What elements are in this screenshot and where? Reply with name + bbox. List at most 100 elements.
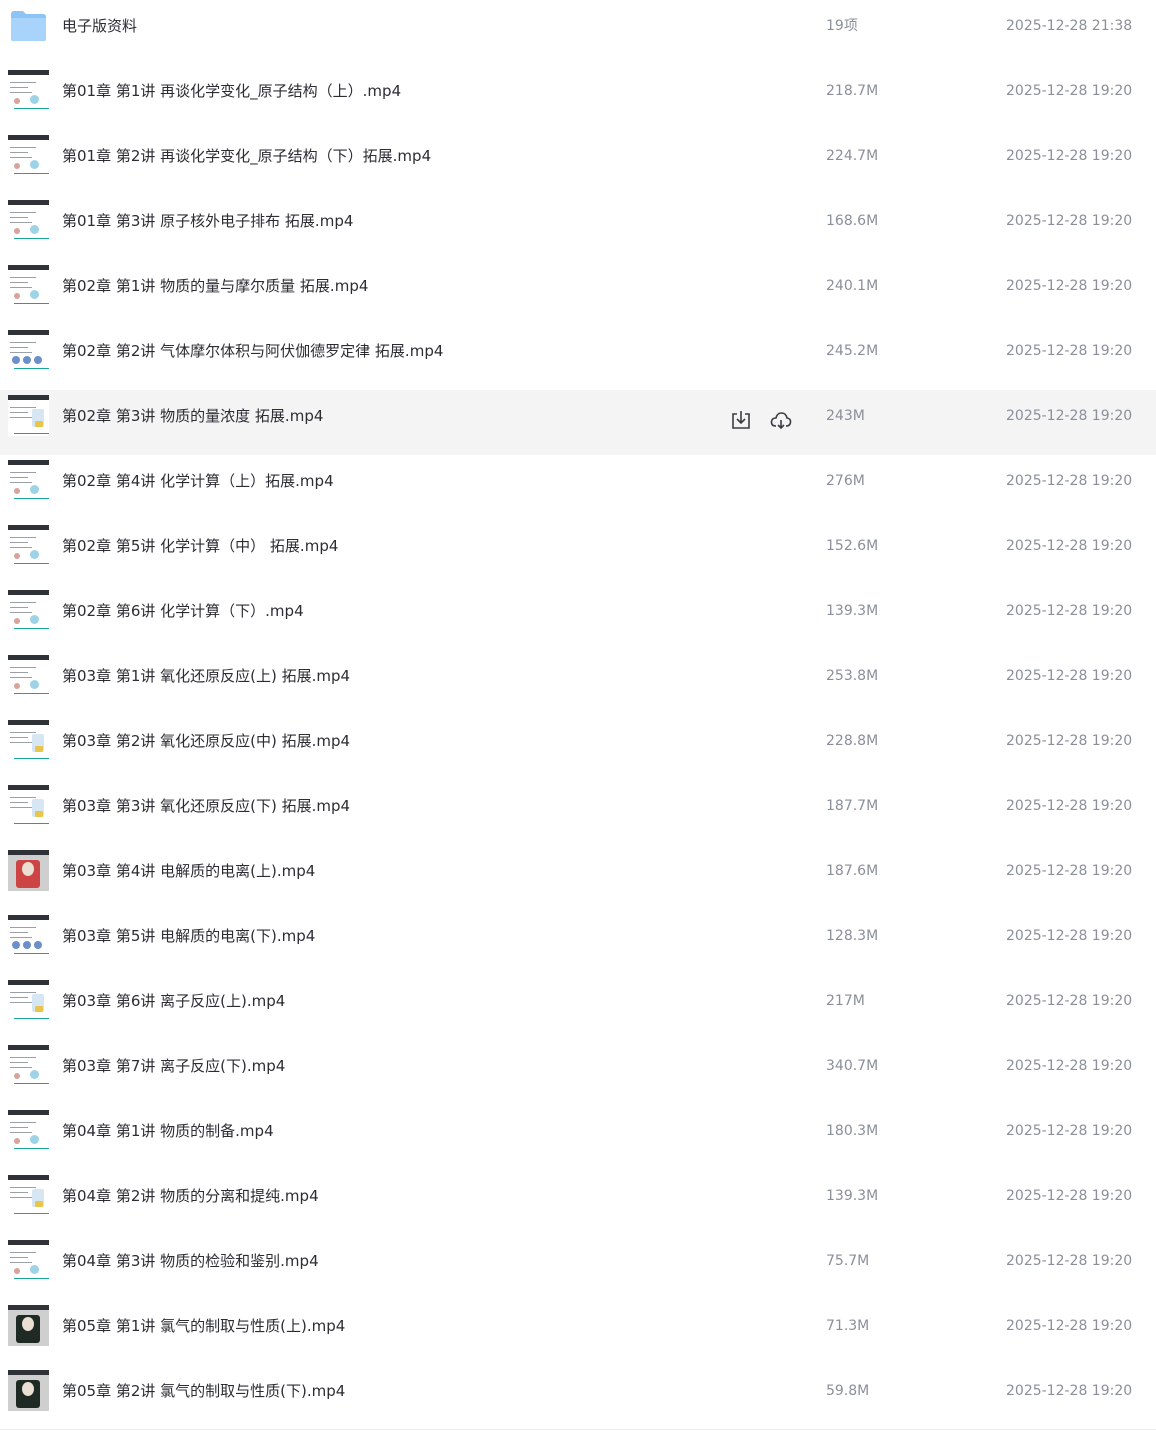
file-size: 71.3M	[826, 1318, 870, 1334]
file-row[interactable]: 第02章 第4讲 化学计算（上）拓展.mp4 276M 2025-12-28 19:…	[0, 455, 1156, 520]
file-name: 第02章 第5讲 化学计算（中） 拓展.mp4	[62, 537, 339, 555]
file-name: 第03章 第2讲 氧化还原反应(中) 拓展.mp4	[62, 732, 351, 750]
file-date: 2025-12-28 19:20	[1006, 1253, 1133, 1269]
file-row[interactable]: 第03章 第2讲 氧化还原反应(中) 拓展.mp4 228.8M 2025-12-2…	[0, 715, 1156, 780]
video-thumbnail	[8, 915, 49, 956]
file-date: 2025-12-28 19:20	[1006, 1383, 1133, 1399]
file-name: 第04章 第3讲 物质的检验和鉴别.mp4	[62, 1252, 319, 1270]
file-name: 第01章 第1讲 再谈化学变化_原子结构（上）.mp4	[62, 82, 402, 100]
file-date: 2025-12-28 19:20	[1006, 668, 1133, 684]
file-size: 224.7M	[826, 148, 879, 164]
file-row[interactable]: 第02章 第2讲 气体摩尔体积与阿伏伽德罗定律 拓展.mp4 245.2M 2025…	[0, 325, 1156, 390]
file-name: 第03章 第1讲 氧化还原反应(上) 拓展.mp4	[62, 667, 351, 685]
video-thumbnail	[8, 720, 49, 761]
file-size: 152.6M	[826, 538, 879, 554]
file-date: 2025-12-28 19:20	[1006, 1188, 1133, 1204]
file-row[interactable]: 第03章 第1讲 氧化还原反应(上) 拓展.mp4 253.8M 2025-12-2…	[0, 650, 1156, 715]
video-thumbnail	[8, 785, 49, 826]
file-size: 139.3M	[826, 603, 879, 619]
file-size: 218.7M	[826, 83, 879, 99]
download-icon[interactable]	[730, 409, 752, 431]
video-thumbnail	[8, 525, 49, 566]
file-size: 180.3M	[826, 1123, 879, 1139]
file-row[interactable]: 第03章 第7讲 离子反应(下).mp4 340.7M 2025-12-28 19:…	[0, 1040, 1156, 1105]
video-thumbnail	[8, 265, 49, 306]
file-row[interactable]: 第04章 第3讲 物质的检验和鉴别.mp4 75.7M 2025-12-28 19:…	[0, 1235, 1156, 1300]
file-name: 第01章 第2讲 再谈化学变化_原子结构（下）拓展.mp4	[62, 147, 432, 165]
file-row[interactable]: 第03章 第6讲 离子反应(上).mp4 217M 2025-12-28 19:20	[0, 975, 1156, 1040]
file-name: 第05章 第2讲 氯气的制取与性质(下).mp4	[62, 1382, 346, 1400]
cloud-save-icon[interactable]	[770, 409, 792, 431]
video-thumbnail	[8, 850, 49, 891]
video-thumbnail	[8, 590, 49, 631]
video-thumbnail	[8, 655, 49, 696]
video-thumbnail	[8, 1175, 49, 1216]
folder-item-count: 19项	[826, 18, 858, 34]
file-date: 2025-12-28 19:20	[1006, 798, 1133, 814]
file-name: 第02章 第3讲 物质的量浓度 拓展.mp4	[62, 407, 324, 425]
file-row[interactable]: 第05章 第2讲 氯气的制取与性质(下).mp4 59.8M 2025-12-28 …	[0, 1365, 1156, 1430]
file-size: 187.6M	[826, 863, 879, 879]
folder-row[interactable]: 电子版资料 19项 2025-12-28 21:38	[0, 0, 1156, 65]
file-date: 2025-12-28 19:20	[1006, 538, 1133, 554]
file-date: 2025-12-28 19:20	[1006, 83, 1133, 99]
video-thumbnail	[8, 980, 49, 1021]
file-date: 2025-12-28 19:20	[1006, 733, 1133, 749]
file-row[interactable]: 第03章 第5讲 电解质的电离(下).mp4 128.3M 2025-12-28 1…	[0, 910, 1156, 975]
video-thumbnail	[8, 200, 49, 241]
video-thumbnail	[8, 1045, 49, 1086]
video-thumbnail	[8, 395, 49, 436]
file-size: 243M	[826, 408, 865, 424]
file-date: 2025-12-28 19:20	[1006, 1318, 1133, 1334]
file-date: 2025-12-28 19:20	[1006, 213, 1133, 229]
file-size: 75.7M	[826, 1253, 870, 1269]
file-row[interactable]: 第02章 第1讲 物质的量与摩尔质量 拓展.mp4 240.1M 2025-12-2…	[0, 260, 1156, 325]
file-row[interactable]: 第02章 第5讲 化学计算（中） 拓展.mp4 152.6M 2025-12-28 …	[0, 520, 1156, 585]
file-row[interactable]: 第05章 第1讲 氯气的制取与性质(上).mp4 71.3M 2025-12-28 …	[0, 1300, 1156, 1365]
file-date: 2025-12-28 19:20	[1006, 928, 1133, 944]
file-size: 128.3M	[826, 928, 879, 944]
video-thumbnail	[8, 1370, 49, 1411]
file-row[interactable]: 第03章 第3讲 氧化还原反应(下) 拓展.mp4 187.7M 2025-12-2…	[0, 780, 1156, 845]
video-thumbnail	[8, 135, 49, 176]
file-name: 第02章 第4讲 化学计算（上）拓展.mp4	[62, 472, 334, 490]
file-size: 217M	[826, 993, 865, 1009]
video-thumbnail	[8, 330, 49, 371]
file-date: 2025-12-28 19:20	[1006, 1058, 1133, 1074]
file-name: 第02章 第1讲 物质的量与摩尔质量 拓展.mp4	[62, 277, 369, 295]
file-size: 168.6M	[826, 213, 879, 229]
video-thumbnail	[8, 460, 49, 501]
file-name: 第05章 第1讲 氯气的制取与性质(上).mp4	[62, 1317, 346, 1335]
file-name: 第03章 第5讲 电解质的电离(下).mp4	[62, 927, 316, 945]
file-row[interactable]: 第02章 第6讲 化学计算（下）.mp4 139.3M 2025-12-28 19:…	[0, 585, 1156, 650]
file-date: 2025-12-28 19:20	[1006, 603, 1133, 619]
file-row[interactable]: 第04章 第1讲 物质的制备.mp4 180.3M 2025-12-28 19:20	[0, 1105, 1156, 1170]
file-date: 2025-12-28 19:20	[1006, 1123, 1133, 1139]
video-thumbnail	[8, 70, 49, 111]
file-row[interactable]: 第01章 第3讲 原子核外电子排布 拓展.mp4 168.6M 2025-12-28…	[0, 195, 1156, 260]
folder-icon	[11, 11, 46, 41]
file-row[interactable]: 第01章 第2讲 再谈化学变化_原子结构（下）拓展.mp4 224.7M 2025-…	[0, 130, 1156, 195]
file-name: 第02章 第2讲 气体摩尔体积与阿伏伽德罗定律 拓展.mp4	[62, 342, 444, 360]
file-row[interactable]: 第02章 第3讲 物质的量浓度 拓展.mp4 243M 2025-12-28 19:…	[0, 390, 1156, 455]
folder-date: 2025-12-28 21:38	[1006, 18, 1133, 34]
file-name: 第01章 第3讲 原子核外电子排布 拓展.mp4	[62, 212, 354, 230]
file-date: 2025-12-28 19:20	[1006, 863, 1133, 879]
file-row[interactable]: 第03章 第4讲 电解质的电离(上).mp4 187.6M 2025-12-28 1…	[0, 845, 1156, 910]
file-row[interactable]: 第04章 第2讲 物质的分离和提纯.mp4 139.3M 2025-12-28 19…	[0, 1170, 1156, 1235]
file-row[interactable]: 第01章 第1讲 再谈化学变化_原子结构（上）.mp4 218.7M 2025-12…	[0, 65, 1156, 130]
file-date: 2025-12-28 19:20	[1006, 408, 1133, 424]
file-date: 2025-12-28 19:20	[1006, 473, 1133, 489]
file-size: 245.2M	[826, 343, 879, 359]
file-name: 第04章 第2讲 物质的分离和提纯.mp4	[62, 1187, 319, 1205]
file-date: 2025-12-28 19:20	[1006, 148, 1133, 164]
file-name: 第03章 第7讲 离子反应(下).mp4	[62, 1057, 286, 1075]
video-thumbnail	[8, 1110, 49, 1151]
file-size: 253.8M	[826, 668, 879, 684]
file-size: 276M	[826, 473, 865, 489]
file-size: 59.8M	[826, 1383, 870, 1399]
file-size: 139.3M	[826, 1188, 879, 1204]
file-date: 2025-12-28 19:20	[1006, 993, 1133, 1009]
file-name: 第03章 第6讲 离子反应(上).mp4	[62, 992, 286, 1010]
file-date: 2025-12-28 19:20	[1006, 278, 1133, 294]
